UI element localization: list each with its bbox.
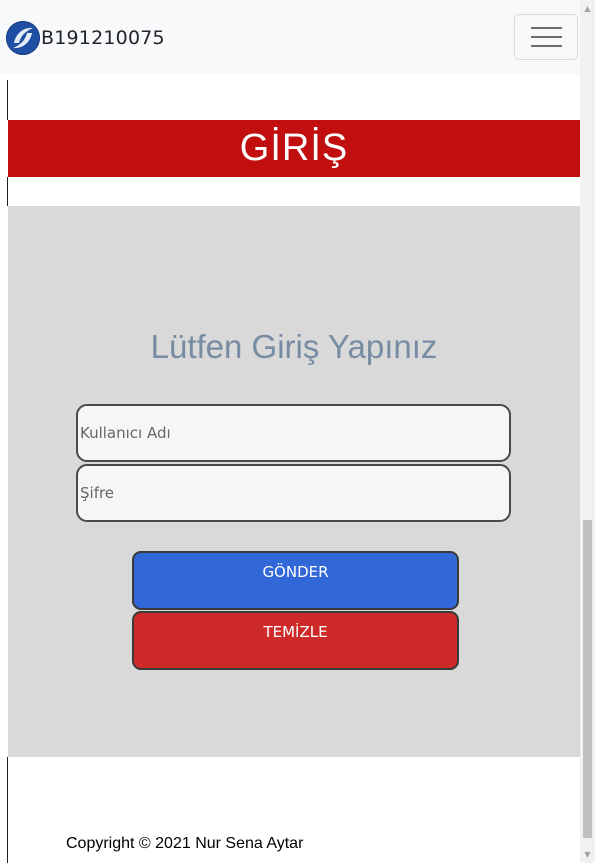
login-form-section: Lütfen Giriş Yapınız GÖNDER TEMİZLE [8,206,580,757]
password-input[interactable] [76,464,511,522]
left-border-divider [7,80,8,120]
brand-text: B191210075 [41,27,165,49]
left-border-divider [7,757,8,863]
brand-link[interactable]: B191210075 [6,20,165,56]
page-scrollbar[interactable]: ▲ ▼ [580,0,595,863]
left-border-divider [7,177,8,206]
hamburger-menu-icon [530,45,562,47]
hamburger-menu-icon [530,27,562,29]
footer-copyright: Copyright © 2021 Nur Sena Aytar [66,835,304,852]
navbar: B191210075 [0,0,580,74]
page-banner: GİRİŞ [8,120,580,177]
page-title: GİRİŞ [239,127,349,169]
scroll-down-arrow-icon[interactable]: ▼ [580,846,595,863]
username-input[interactable] [76,404,511,462]
hamburger-menu-icon [530,36,562,38]
scroll-up-arrow-icon[interactable]: ▲ [580,0,595,17]
navbar-toggler-button[interactable] [514,14,578,60]
login-heading: Lütfen Giriş Yapınız [150,328,438,365]
submit-button[interactable]: GÖNDER [132,551,459,610]
scrollbar-thumb[interactable] [583,520,592,838]
university-logo-icon [6,21,40,55]
clear-button[interactable]: TEMİZLE [132,611,459,670]
